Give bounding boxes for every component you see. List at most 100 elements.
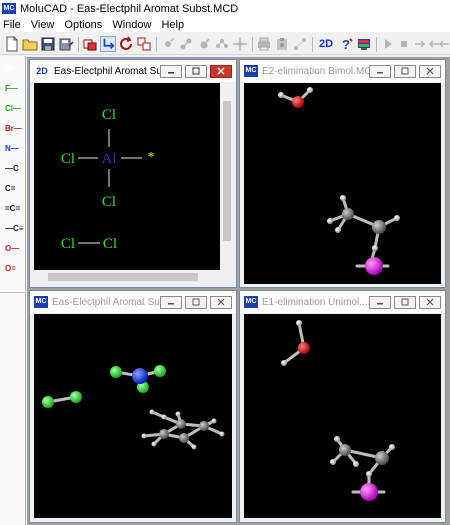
atom-halide bbox=[365, 257, 383, 275]
atom-carbon bbox=[199, 421, 209, 431]
window-molucad-icon: MC bbox=[34, 296, 48, 308]
minimize-button[interactable] bbox=[369, 64, 391, 78]
horizontal-scroll-thumb[interactable] bbox=[48, 273, 198, 281]
molecule-3d-canvas[interactable] bbox=[34, 314, 232, 518]
molecule-eas-svg bbox=[42, 365, 225, 450]
window-titlebar[interactable]: MC Eas-Electphil Aromat Su... bbox=[30, 291, 236, 313]
rotate-icon[interactable] bbox=[100, 36, 116, 52]
horizontal-scrollbar[interactable] bbox=[34, 270, 220, 284]
palette-fluorine[interactable]: F— bbox=[2, 80, 24, 98]
atom-cl-bottom[interactable]: Cl bbox=[102, 194, 116, 210]
print-icon[interactable] bbox=[256, 36, 272, 52]
menu-options[interactable]: Options bbox=[59, 19, 107, 31]
play-icon[interactable] bbox=[380, 36, 396, 52]
atom-tool-icon[interactable] bbox=[160, 36, 176, 52]
minimize-button[interactable] bbox=[160, 295, 182, 309]
palette-oxygen-double[interactable]: O= bbox=[2, 260, 24, 278]
maximize-button[interactable] bbox=[394, 295, 416, 309]
palette-oxygen-single[interactable]: O— bbox=[2, 240, 24, 258]
atom-al-center[interactable]: Al bbox=[102, 151, 117, 167]
maximize-button[interactable] bbox=[394, 64, 416, 78]
palette-chlorine[interactable]: Cl— bbox=[2, 100, 24, 118]
palette-bromine[interactable]: Br— bbox=[2, 120, 24, 138]
toolbar: 2D ? bbox=[0, 33, 450, 55]
copy-structure-icon[interactable] bbox=[136, 36, 152, 52]
minimize-icon bbox=[168, 72, 174, 74]
molucad-app: MC MoluCAD - Eas-Electphil Aromat Subst.… bbox=[0, 0, 450, 525]
select-icon[interactable] bbox=[82, 36, 98, 52]
mode-2d-button[interactable]: 2D bbox=[317, 36, 335, 52]
close-button[interactable] bbox=[419, 64, 441, 78]
molecule-3d-canvas[interactable] bbox=[244, 83, 441, 284]
fragment-icon[interactable] bbox=[292, 36, 308, 52]
palette-carbon-double[interactable]: C= bbox=[2, 180, 24, 198]
palette-carbon-triple[interactable]: —C≡ bbox=[2, 220, 24, 238]
palette-carbon-single[interactable]: —C bbox=[2, 160, 24, 178]
menu-view[interactable]: View bbox=[26, 19, 60, 31]
atom-chlorine bbox=[110, 366, 122, 378]
atom-cl-left[interactable]: Cl bbox=[61, 151, 75, 167]
vertical-scrollbar[interactable] bbox=[220, 83, 234, 270]
molecule-3d-canvas[interactable] bbox=[244, 314, 441, 518]
atom-carbon bbox=[159, 429, 169, 439]
monitor-icon[interactable] bbox=[356, 36, 372, 52]
bond-tool-icon[interactable] bbox=[178, 36, 194, 52]
atom-hydrogen bbox=[151, 441, 157, 447]
atom-carbon bbox=[342, 208, 354, 220]
palette-chlorine-label: Cl— bbox=[5, 104, 21, 113]
refresh-icon[interactable] bbox=[118, 36, 134, 52]
window-2d-structure[interactable]: 2D Eas-Electphil Aromat Su... Cl Cl Al *… bbox=[29, 59, 237, 288]
window-title: E1-elimination Unimol.... bbox=[262, 296, 369, 308]
chain-tool-icon[interactable] bbox=[214, 36, 230, 52]
window-titlebar[interactable]: 2D Eas-Electphil Aromat Su... bbox=[30, 60, 236, 82]
menu-help[interactable]: Help bbox=[156, 19, 189, 31]
atom-cl-top[interactable]: Cl bbox=[102, 107, 116, 123]
palette-hydrogen[interactable]: H— bbox=[2, 60, 24, 78]
minimize-button[interactable] bbox=[369, 295, 391, 309]
vertical-scroll-thumb[interactable] bbox=[223, 101, 231, 241]
window-titlebar[interactable]: MC E2-elimination Bimol.MCD bbox=[240, 60, 445, 82]
move-tool-icon[interactable] bbox=[232, 36, 248, 52]
rewind-icon[interactable] bbox=[438, 36, 450, 52]
palette-carbon-allene[interactable]: =C= bbox=[2, 200, 24, 218]
atom-aluminum bbox=[132, 368, 148, 384]
maximize-button[interactable] bbox=[185, 295, 207, 309]
close-button[interactable] bbox=[210, 64, 232, 78]
window-titlebar[interactable]: MC E1-elimination Unimol.... bbox=[240, 291, 445, 313]
close-icon bbox=[426, 67, 434, 75]
atom-marker[interactable]: * bbox=[148, 150, 155, 165]
app-title: MoluCAD - Eas-Electphil Aromat Subst.MCD bbox=[20, 2, 239, 15]
save-as-icon[interactable] bbox=[58, 36, 74, 52]
atom-hydrogen bbox=[372, 245, 378, 251]
close-button[interactable] bbox=[419, 295, 441, 309]
atom-chlorine bbox=[70, 391, 82, 403]
atom-hydrogen bbox=[296, 320, 302, 326]
mdi-workspace: 2D Eas-Electphil Aromat Su... Cl Cl Al *… bbox=[27, 57, 450, 525]
help-icon[interactable]: ? bbox=[338, 36, 354, 52]
new-file-icon[interactable] bbox=[4, 36, 20, 52]
maximize-button[interactable] bbox=[185, 64, 207, 78]
toolbar-separator bbox=[312, 37, 313, 52]
menu-file[interactable]: File bbox=[0, 19, 26, 31]
atom-hydrogen bbox=[340, 195, 346, 201]
open-folder-icon[interactable] bbox=[22, 36, 38, 52]
window-e1-elimination[interactable]: MC E1-elimination Unimol.... bbox=[239, 290, 446, 523]
window-e2-elimination[interactable]: MC E2-elimination Bimol.MCD bbox=[239, 59, 446, 288]
atom-cl-lone-right[interactable]: Cl bbox=[103, 236, 117, 252]
atom-hydrogen bbox=[389, 444, 395, 450]
atom-cl-lone-left[interactable]: Cl bbox=[61, 236, 75, 252]
palette-nitrogen[interactable]: N— bbox=[2, 140, 24, 158]
clipboard-icon[interactable] bbox=[274, 36, 290, 52]
window-eas-3d[interactable]: MC Eas-Electphil Aromat Su... bbox=[29, 290, 237, 523]
structure-canvas[interactable]: Cl Cl Al * Cl Cl Cl bbox=[34, 83, 220, 270]
minimize-button[interactable] bbox=[160, 64, 182, 78]
save-icon[interactable] bbox=[40, 36, 56, 52]
molecule-e2-svg bbox=[278, 87, 400, 275]
ring-tool-icon[interactable] bbox=[196, 36, 212, 52]
atom-hydrogen bbox=[394, 215, 400, 221]
stop-icon[interactable] bbox=[396, 36, 412, 52]
minimize-icon bbox=[377, 72, 383, 74]
atom-halide bbox=[360, 483, 378, 501]
close-button[interactable] bbox=[210, 295, 232, 309]
menu-window[interactable]: Window bbox=[107, 19, 156, 31]
